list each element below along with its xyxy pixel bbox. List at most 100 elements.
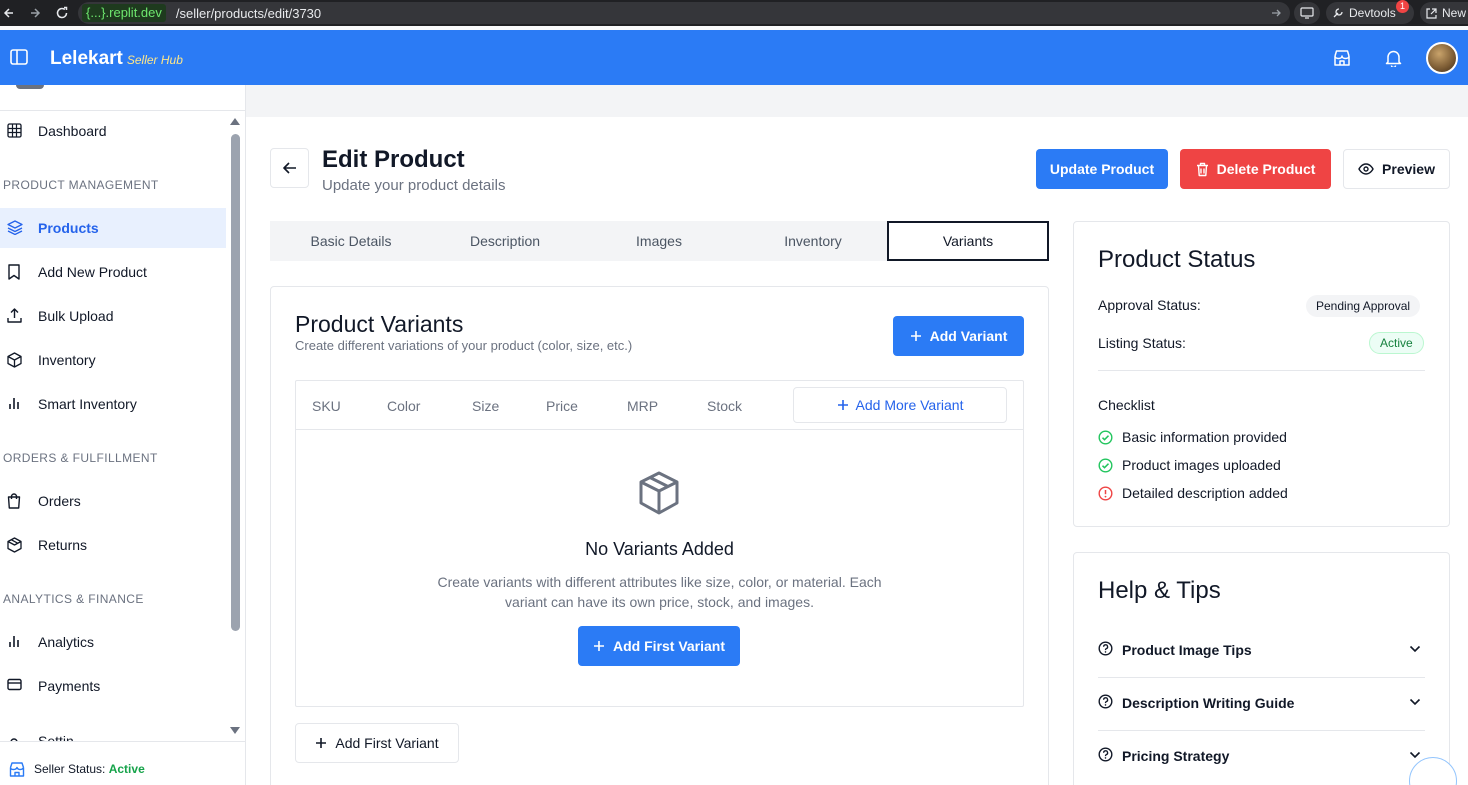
new-tab-button[interactable]: New t bbox=[1420, 2, 1468, 24]
scroll-down-arrow-icon[interactable] bbox=[229, 726, 241, 736]
preview-button[interactable]: Preview bbox=[1343, 149, 1450, 189]
brand-logo[interactable]: Lelekart Seller Hub bbox=[50, 48, 183, 70]
section-orders-fulfillment: ORDERS & FULFILLMENT bbox=[3, 451, 158, 465]
wrench-icon bbox=[1333, 8, 1343, 18]
go-arrow-icon[interactable] bbox=[1270, 6, 1282, 20]
sidebar-item-dashboard[interactable]: Dashboard bbox=[0, 111, 226, 151]
sidebar-item-bulk-upload[interactable]: Bulk Upload bbox=[0, 296, 226, 336]
reload-icon[interactable] bbox=[53, 0, 71, 26]
delete-product-label: Delete Product bbox=[1216, 161, 1316, 177]
seller-status-text: Seller Status: Active bbox=[34, 762, 145, 776]
section-product-management: PRODUCT MANAGEMENT bbox=[3, 178, 159, 192]
sidebar-item-returns[interactable]: Returns bbox=[0, 525, 226, 565]
shopping-bag-icon bbox=[7, 493, 21, 509]
add-first-variant-outline-button[interactable]: Add First Variant bbox=[295, 723, 459, 763]
tab-images[interactable]: Images bbox=[582, 221, 736, 261]
sidebar-item-label: Inventory bbox=[38, 352, 96, 368]
approval-status-label: Approval Status: bbox=[1098, 297, 1201, 313]
avatar[interactable] bbox=[1426, 42, 1458, 74]
sidebar-item-label: Dashboard bbox=[38, 123, 107, 139]
add-variant-button[interactable]: Add Variant bbox=[893, 316, 1024, 356]
bar-chart-icon bbox=[7, 634, 21, 648]
sidebar-item-inventory[interactable]: Inventory bbox=[0, 340, 226, 380]
forward-nav-icon[interactable] bbox=[26, 0, 44, 26]
help-circle-icon bbox=[1098, 747, 1113, 762]
help-circle-icon bbox=[1098, 641, 1113, 656]
sidebar-item-products[interactable]: Products bbox=[0, 208, 226, 248]
add-first-variant-outline-label: Add First Variant bbox=[335, 735, 439, 751]
sidebar-item-orders[interactable]: Orders bbox=[0, 481, 226, 521]
box-icon bbox=[7, 352, 22, 368]
accordion-label: Product Image Tips bbox=[1122, 642, 1252, 658]
new-tab-label: New t bbox=[1442, 6, 1468, 20]
url-host: {...}.replit.dev bbox=[82, 4, 166, 22]
plus-icon bbox=[315, 737, 327, 749]
column-header-stock: Stock bbox=[707, 398, 743, 414]
sidebar-item-smart-inventory[interactable]: Smart Inventory bbox=[0, 384, 226, 424]
column-header-color: Color bbox=[387, 398, 421, 414]
sidebar-item-payments[interactable]: Payments bbox=[0, 666, 226, 706]
listing-status-badge: Active bbox=[1369, 332, 1424, 354]
tab-inventory[interactable]: Inventory bbox=[736, 221, 890, 261]
sidebar-scrollbar[interactable] bbox=[231, 134, 240, 631]
checklist-item-label: Product images uploaded bbox=[1122, 457, 1281, 473]
trash-icon bbox=[1196, 162, 1209, 177]
layers-icon bbox=[7, 220, 23, 235]
variants-title: Product Variants bbox=[295, 311, 464, 337]
product-tabs: Basic Details Description Images Invento… bbox=[270, 221, 1049, 261]
sidebar-item-settings[interactable]: Settin bbox=[0, 731, 226, 741]
store-icon[interactable] bbox=[1333, 49, 1351, 67]
package-return-icon bbox=[7, 537, 22, 553]
help-tips-title: Help & Tips bbox=[1098, 577, 1221, 604]
check-circle-icon bbox=[1098, 429, 1113, 445]
store-icon bbox=[9, 762, 25, 777]
update-product-button[interactable]: Update Product bbox=[1036, 149, 1168, 189]
seller-status: Seller Status: Active bbox=[0, 741, 245, 785]
plus-icon bbox=[910, 330, 922, 342]
column-header-price: Price bbox=[546, 398, 578, 414]
checklist-title: Checklist bbox=[1098, 397, 1155, 413]
sidebar-item-label: Orders bbox=[38, 493, 81, 509]
delete-product-button[interactable]: Delete Product bbox=[1180, 149, 1331, 189]
grid-icon bbox=[7, 123, 22, 138]
update-product-label: Update Product bbox=[1049, 161, 1155, 177]
tab-description[interactable]: Description bbox=[428, 221, 582, 261]
accordion-label: Pricing Strategy bbox=[1122, 748, 1230, 764]
devtools-button[interactable]: Devtools 1 bbox=[1326, 0, 1414, 24]
chevron-down-icon bbox=[1409, 751, 1421, 759]
sidebar-item-label: Returns bbox=[38, 537, 88, 553]
add-more-variant-button[interactable]: Add More Variant bbox=[793, 387, 1007, 423]
back-nav-icon[interactable] bbox=[0, 0, 18, 26]
url-path: /seller/products/edit/3730 bbox=[175, 5, 322, 21]
sidebar-item-label: Smart Inventory bbox=[38, 396, 137, 412]
add-first-variant-button[interactable]: Add First Variant bbox=[578, 626, 740, 666]
tab-basic-details[interactable]: Basic Details bbox=[274, 221, 428, 261]
sidebar-item-add-new-product[interactable]: Add New Product bbox=[0, 252, 226, 292]
section-analytics-finance: ANALYTICS & FINANCE bbox=[3, 592, 144, 606]
add-variant-label: Add Variant bbox=[929, 328, 1008, 344]
sidebar-item-label: Payments bbox=[38, 678, 101, 694]
column-header-mrp: MRP bbox=[627, 398, 659, 414]
chevron-down-icon bbox=[1409, 645, 1421, 653]
sidebar: Dashboard PRODUCT MANAGEMENT Products Ad… bbox=[0, 85, 246, 785]
accordion-description-writing-guide[interactable]: Description Writing Guide bbox=[1098, 678, 1425, 731]
sidebar-toggle-icon[interactable] bbox=[10, 49, 28, 65]
checklist-item: Product images uploaded bbox=[1098, 457, 1281, 473]
sidebar-item-analytics[interactable]: Analytics bbox=[0, 622, 226, 662]
scroll-up-arrow-icon[interactable] bbox=[229, 117, 241, 127]
tab-variants[interactable]: Variants bbox=[887, 221, 1049, 261]
plus-icon bbox=[837, 399, 849, 411]
help-circle-icon bbox=[1098, 694, 1113, 709]
accordion-product-image-tips[interactable]: Product Image Tips bbox=[1098, 625, 1425, 678]
bell-icon[interactable] bbox=[1385, 49, 1402, 67]
cast-icon[interactable] bbox=[1294, 2, 1320, 24]
accordion-pricing-strategy[interactable]: Pricing Strategy bbox=[1098, 731, 1425, 784]
seller-status-value: Active bbox=[108, 762, 145, 776]
chevron-down-icon bbox=[1409, 698, 1421, 706]
bar-chart-icon bbox=[7, 396, 21, 410]
empty-state-description: Create variants with different attribute… bbox=[437, 574, 882, 610]
address-bar[interactable]: {...}.replit.dev /seller/products/edit/3… bbox=[78, 2, 1290, 24]
back-button[interactable] bbox=[270, 148, 309, 188]
brand-subtitle: Seller Hub bbox=[126, 53, 183, 67]
profile-avatar-stub bbox=[16, 85, 44, 89]
